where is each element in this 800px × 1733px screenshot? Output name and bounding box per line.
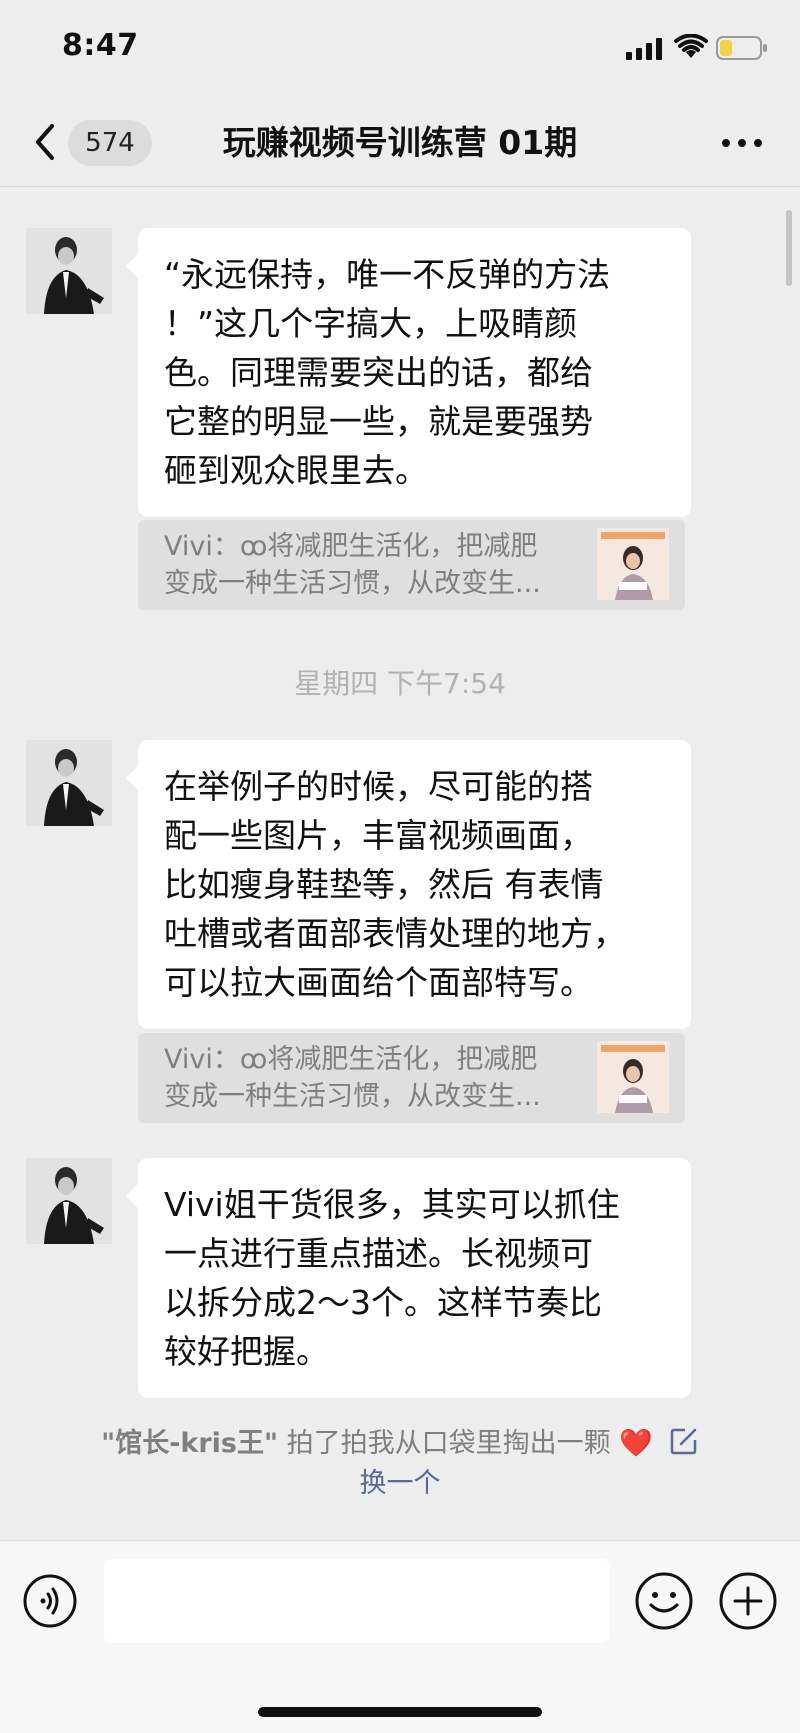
message-line: ！”这几个字搞大，上吸睛颜 bbox=[164, 304, 578, 343]
unread-count-badge[interactable]: 574 bbox=[68, 120, 152, 166]
chat-title: 玩赚视频号训练营 01期 bbox=[222, 123, 578, 162]
plus-icon[interactable] bbox=[718, 1571, 778, 1631]
status-time: 8:47 bbox=[62, 28, 139, 63]
message-line: Vivi姐干货很多，其实可以抓住 bbox=[164, 1185, 620, 1224]
message-line: “永远保持，唯一不反弹的方法 bbox=[164, 255, 611, 294]
avatar-image bbox=[26, 228, 112, 314]
avatar[interactable] bbox=[26, 228, 112, 314]
wifi-icon bbox=[674, 34, 708, 58]
status-bar: 8:47 bbox=[0, 0, 800, 100]
pat-sender-name[interactable]: "馆长-kris王" bbox=[101, 1428, 278, 1459]
input-bar bbox=[0, 1540, 800, 1733]
quoted-line: Vivi：ꝏ将减肥生活化，把减肥 bbox=[164, 531, 538, 562]
quoted-text: Vivi：ꝏ将减肥生活化，把减肥 变成一种生活习惯，从改变生... bbox=[164, 1041, 574, 1115]
message-line: 较好把握。 bbox=[164, 1332, 329, 1371]
message-bubble[interactable]: “永远保持，唯一不反弹的方法 ！”这几个字搞大，上吸睛颜 色。同理需要突出的话，… bbox=[126, 228, 691, 517]
voice-icon[interactable] bbox=[22, 1573, 78, 1629]
change-pat-link[interactable]: 换一个 bbox=[360, 1468, 441, 1499]
quoted-text: Vivi：ꝏ将减肥生活化，把减肥 变成一种生活习惯，从改变生... bbox=[164, 528, 574, 602]
quoted-video-thumbnail[interactable] bbox=[597, 1041, 669, 1113]
avatar-image bbox=[26, 740, 112, 826]
back-chevron-icon[interactable] bbox=[30, 120, 60, 164]
avatar[interactable] bbox=[26, 1158, 112, 1244]
message-line: 吐槽或者面部表情处理的地方， bbox=[164, 914, 626, 953]
quoted-reply[interactable]: Vivi：ꝏ将减肥生活化，把减肥 变成一种生活习惯，从改变生... bbox=[138, 1033, 685, 1123]
quoted-line: 变成一种生活习惯，从改变生... bbox=[164, 568, 541, 599]
message-input[interactable] bbox=[104, 1559, 610, 1643]
more-icon[interactable] bbox=[720, 136, 764, 150]
battery-icon bbox=[716, 36, 767, 60]
signal-icon bbox=[626, 38, 662, 60]
message-line: 可以拉大画面给个面部特写。 bbox=[164, 963, 593, 1002]
home-indicator[interactable] bbox=[258, 1707, 542, 1717]
message-bubble[interactable]: 在举例子的时候，尽可能的搭 配一些图片，丰富视频画面， 比如瘦身鞋垫等，然后 有… bbox=[126, 740, 691, 1029]
message-line: 它整的明显一些，就是要强势 bbox=[164, 402, 593, 441]
message-bubble[interactable]: Vivi姐干货很多，其实可以抓住 一点进行重点描述。长视频可 以拆分成2～3个。… bbox=[126, 1158, 691, 1398]
avatar-image bbox=[26, 1158, 112, 1244]
message-line: 一点进行重点描述。长视频可 bbox=[164, 1234, 593, 1273]
pat-notice: "馆长-kris王" 拍了拍我从口袋里掏出一颗 ❤️ 换一个 bbox=[40, 1424, 760, 1504]
avatar[interactable] bbox=[26, 740, 112, 826]
heart-emoji: ❤️ bbox=[619, 1428, 653, 1459]
emoji-icon[interactable] bbox=[634, 1571, 694, 1631]
pat-text: 拍了拍我从口袋里掏出一颗 bbox=[278, 1428, 620, 1459]
message-line: 配一些图片，丰富视频画面， bbox=[164, 816, 593, 855]
quoted-video-thumbnail[interactable] bbox=[597, 528, 669, 600]
quoted-line: Vivi：ꝏ将减肥生活化，把减肥 bbox=[164, 1044, 538, 1075]
timestamp: 星期四 下午7:54 bbox=[294, 667, 506, 700]
message-line: 砸到观众眼里去。 bbox=[164, 451, 428, 490]
quoted-line: 变成一种生活习惯，从改变生... bbox=[164, 1081, 541, 1112]
message-line: 在举例子的时候，尽可能的搭 bbox=[164, 767, 593, 806]
edit-icon[interactable] bbox=[669, 1426, 699, 1456]
message-line: 比如瘦身鞋垫等，然后 有表情 bbox=[164, 865, 604, 904]
scrollbar[interactable] bbox=[786, 210, 792, 286]
message-line: 以拆分成2～3个。这样节奏比 bbox=[164, 1283, 602, 1322]
chat-header: 574 玩赚视频号训练营 01期 bbox=[0, 100, 800, 187]
quoted-reply[interactable]: Vivi：ꝏ将减肥生活化，把减肥 变成一种生活习惯，从改变生... bbox=[138, 520, 685, 610]
message-line: 色。同理需要突出的话，都给 bbox=[164, 353, 593, 392]
